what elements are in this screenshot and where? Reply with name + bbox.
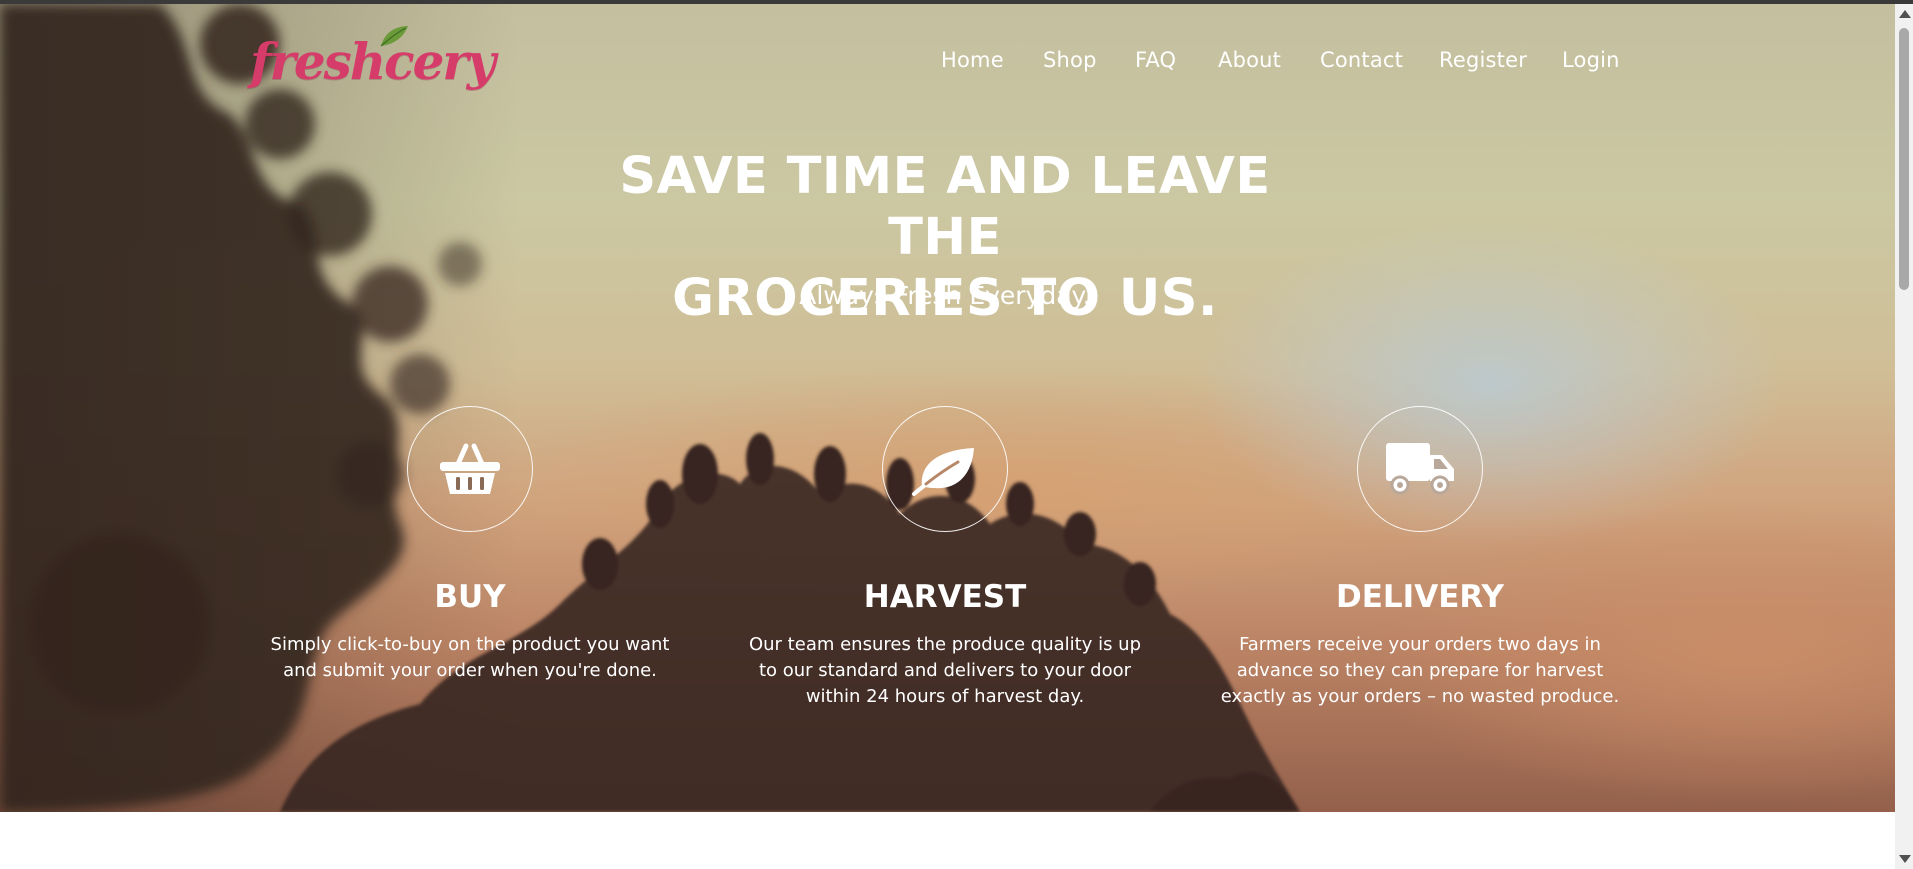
nav-register[interactable]: Register — [1439, 48, 1527, 72]
nav-shop[interactable]: Shop — [1043, 48, 1097, 72]
vertical-scrollbar[interactable] — [1895, 4, 1913, 869]
feature-icon-circle — [1357, 406, 1483, 532]
hero-subheadline: Always Fresh Everyday. — [799, 281, 1091, 310]
nav-faq[interactable]: FAQ — [1135, 48, 1176, 72]
headline-line-1: SAVE TIME AND LEAVE THE — [619, 147, 1271, 267]
feature-title: BUY — [434, 579, 506, 615]
leaf-icon — [912, 448, 974, 496]
hero-section: freshcery Home Shop FAQ About Contact Re… — [0, 4, 1895, 812]
scroll-up-arrow-icon[interactable] — [1899, 10, 1911, 18]
feature-description: Farmers receive your orders two days in … — [1220, 634, 1620, 707]
nav-login[interactable]: Login — [1562, 48, 1620, 72]
basket-icon — [440, 443, 500, 494]
feature-title: DELIVERY — [1336, 579, 1504, 615]
scrollbar-thumb[interactable] — [1899, 28, 1909, 290]
nav-home[interactable]: Home — [941, 48, 1004, 72]
feature-icon-circle — [407, 406, 533, 532]
nav-contact[interactable]: Contact — [1320, 48, 1403, 72]
feature-description: Our team ensures the produce quality is … — [748, 634, 1142, 707]
feature-title: HARVEST — [863, 579, 1027, 615]
feature-description: Simply click-to-buy on the product you w… — [270, 634, 670, 681]
nav-about[interactable]: About — [1218, 48, 1281, 72]
feature-icon-circle — [882, 406, 1008, 532]
truck-icon — [1386, 443, 1454, 495]
main-navigation: Home Shop FAQ About Contact Register Log… — [0, 48, 1895, 78]
scroll-down-arrow-icon[interactable] — [1899, 855, 1911, 863]
